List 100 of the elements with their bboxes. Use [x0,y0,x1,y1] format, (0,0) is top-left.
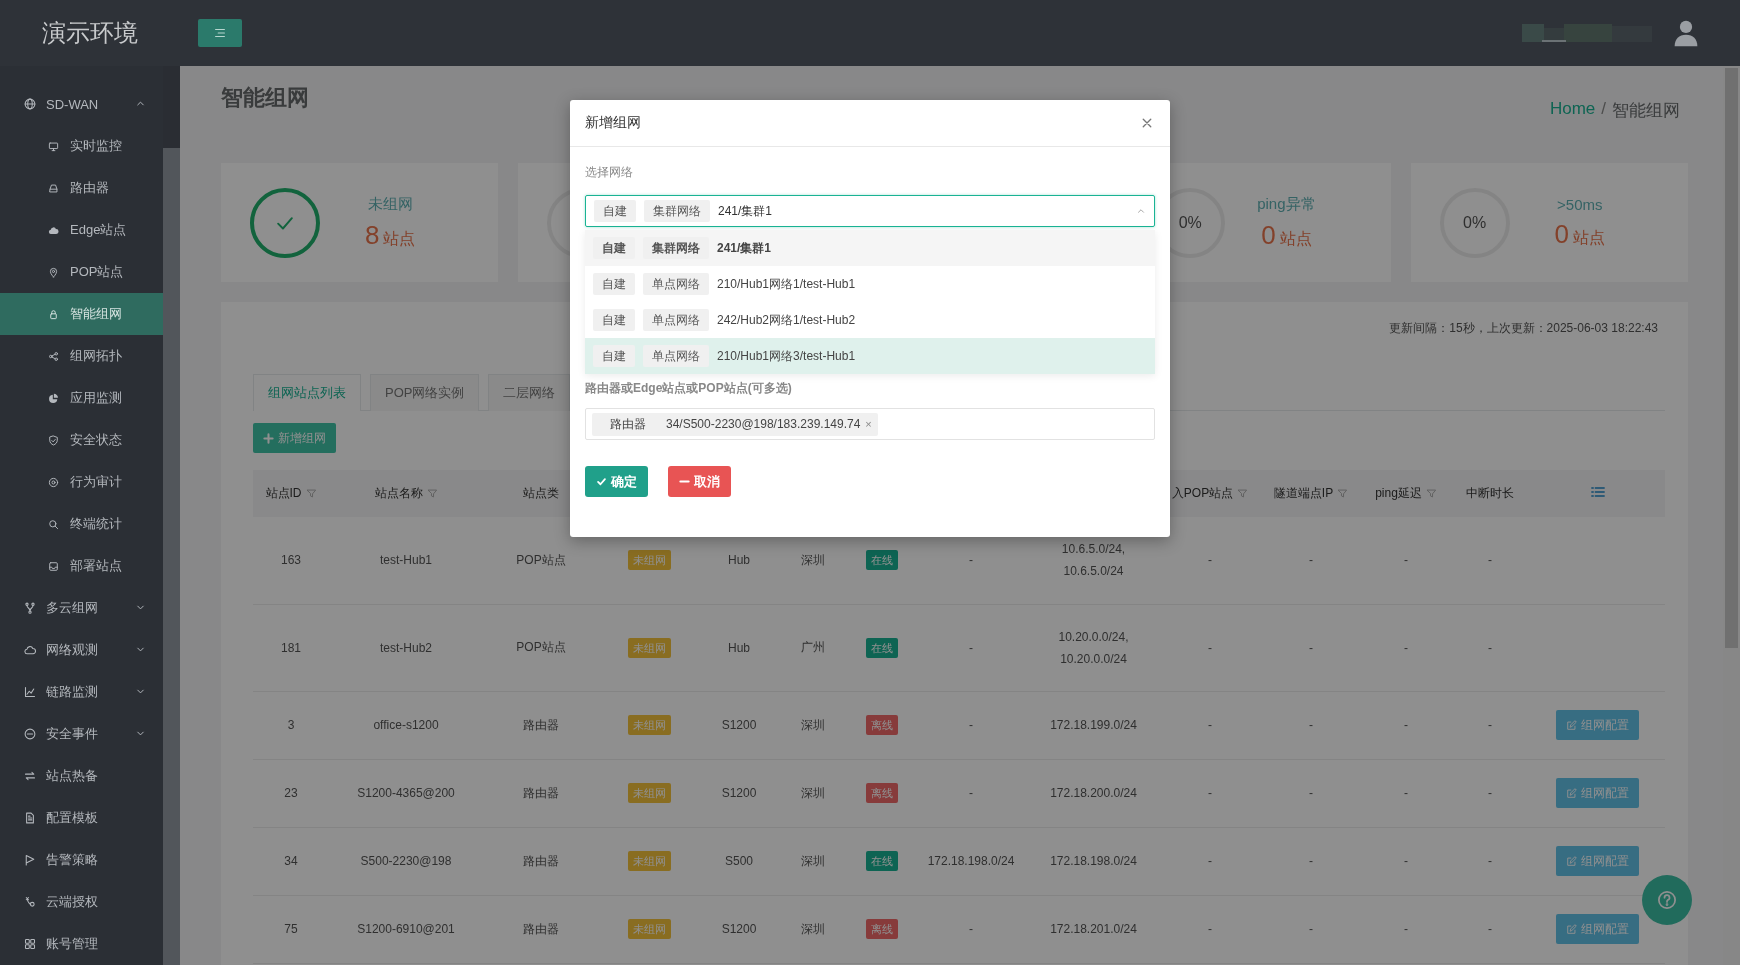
scrollbar-thumb[interactable] [163,66,180,148]
swap-icon [24,770,36,782]
table-cell: 深圳 [778,895,848,963]
status-tag: 未组网 [628,783,671,803]
column-header: 站点ID [265,485,302,502]
status-tag: 离线 [865,919,898,939]
sidebar-item[interactable]: 安全状态 [0,419,163,461]
tag: 自建 [593,345,635,367]
status-tag: 在线 [865,637,898,658]
sidebar-item[interactable]: 站点热备 [0,755,163,797]
table-cell: - [1362,691,1450,759]
stat-label: ping异常 [1257,194,1316,214]
table-cell: 172.18.199.0/24 [1027,691,1160,759]
select-value: 241/集群1 [718,202,774,220]
selected-chip[interactable]: 路由器 34/S500-2230@198/183.239.149.74 × [592,412,878,436]
filter-icon[interactable] [1237,488,1249,499]
field-label: 选择网络 [585,164,634,181]
sidebar-item[interactable]: Edge站点 [0,209,163,251]
table-cell: - [1362,604,1450,691]
cancel-button[interactable]: 取消 [668,466,731,497]
table-cell: - [1450,691,1530,759]
status-tag: 未组网 [628,715,671,735]
menu-icon [213,26,227,40]
table-cell: Hub [700,517,778,604]
dropdown-option[interactable]: 自建 单点网络 242/Hub2网络1/test-Hub2 [585,302,1155,338]
sidebar-item[interactable]: 应用监测 [0,377,163,419]
sidebar-item[interactable]: 链路监测 [0,671,163,713]
filter-icon[interactable] [1425,488,1437,499]
sidebar-item[interactable]: 实时监控 [0,125,163,167]
table-cell: 172.18.198.0/24 [1027,827,1160,895]
lock-icon [48,308,59,320]
document-icon [24,812,36,824]
sidebar-item[interactable]: 组网拓扑 [0,335,163,377]
flag-icon [24,854,36,866]
edit-icon [1566,855,1577,867]
sidebar-item[interactable]: 行为审计 [0,461,163,503]
fork-icon [24,602,36,614]
sidebar-item[interactable]: 云端授权 [0,881,163,923]
sidebar-item[interactable]: 终端统计 [0,503,163,545]
sidebar-item-label: 路由器 [70,179,109,197]
column-list-icon[interactable] [1589,485,1606,499]
close-icon[interactable] [1141,117,1153,129]
sidebar-item-label: 组网拓扑 [70,347,122,365]
sidebar-item-label: 告警策略 [46,851,98,869]
table-cell: 路由器 [483,691,599,759]
sidebar-item-label: 实时监控 [70,137,122,155]
network-select[interactable]: 自建 集群网络 241/集群1 [585,195,1155,227]
sidebar-item-label: 安全事件 [46,725,98,743]
dropdown-option[interactable]: 自建 单点网络 210/Hub1网络3/test-Hub1 [585,338,1155,374]
sidebar-item[interactable]: 部署站点 [0,545,163,587]
filter-icon[interactable] [426,488,438,499]
edit-icon [1566,787,1577,799]
table-cell: S1200-4365@200 [329,759,483,827]
filter-icon[interactable] [305,488,317,499]
chip-type: 路由器 [610,415,646,433]
dropdown-option[interactable]: 自建 集群网络 241/集群1 [585,230,1155,266]
table-cell: S500-2230@198 [329,827,483,895]
sidebar-item[interactable]: 智能组网 [0,293,163,335]
sidebar-item-label: POP站点 [70,263,124,281]
stat-label: 未组网 [367,194,413,214]
sidebar-item-label: 站点热备 [46,767,98,785]
page-title: 智能组网 [221,84,309,112]
sidebar-item[interactable]: 账号管理 [0,923,163,965]
filter-icon[interactable] [1337,488,1349,499]
option-label: 210/Hub1网络3/test-Hub1 [717,347,856,365]
link-icon [24,896,36,908]
sidebar-item[interactable]: 配置模板 [0,797,163,839]
ring-percent: 0% [1463,213,1487,232]
sidebar-item[interactable]: 告警策略 [0,839,163,881]
table-cell: - [915,604,1027,691]
table-cell: - [1160,691,1260,759]
stat-value: 0 [1261,219,1276,251]
table-cell: - [1160,759,1260,827]
sidebar-item[interactable]: POP站点 [0,251,163,293]
dropdown-option[interactable]: 自建 单点网络 210/Hub1网络1/test-Hub1 [585,266,1155,302]
column-header: 入POP站点 [1171,485,1234,502]
table-cell: S1200 [700,895,778,963]
map-pin-icon [48,266,59,278]
sidebar-item[interactable]: 多云组网 [0,587,163,629]
stat-value: 8 [365,219,380,251]
table-cell: 163 [253,517,329,604]
search-icon [48,518,59,530]
site-select[interactable]: 路由器 34/S500-2230@198/183.239.149.74 × [585,408,1155,440]
table-cell: 路由器 [483,827,599,895]
user-avatar-icon[interactable] [1672,18,1700,48]
column-header: 中断时长 [1466,485,1514,502]
table-cell: POP站点 [483,517,599,604]
sidebar-item[interactable]: SD-WAN [0,83,163,125]
check-icon [596,476,607,487]
scrollbar[interactable] [163,66,180,965]
sidebar-item[interactable]: 路由器 [0,167,163,209]
table-cell: - [1362,517,1450,604]
menu-button[interactable] [198,19,242,47]
sidebar-item-label: 网络观测 [46,641,98,659]
sidebar-item[interactable]: 网络观测 [0,629,163,671]
sidebar-item[interactable]: 安全事件 [0,713,163,755]
sidebar-item-label: 部署站点 [70,557,122,575]
table-cell: - [1450,759,1530,827]
table-cell: 172.18.201.0/24 [1027,895,1160,963]
table-cell: 34 [253,827,329,895]
